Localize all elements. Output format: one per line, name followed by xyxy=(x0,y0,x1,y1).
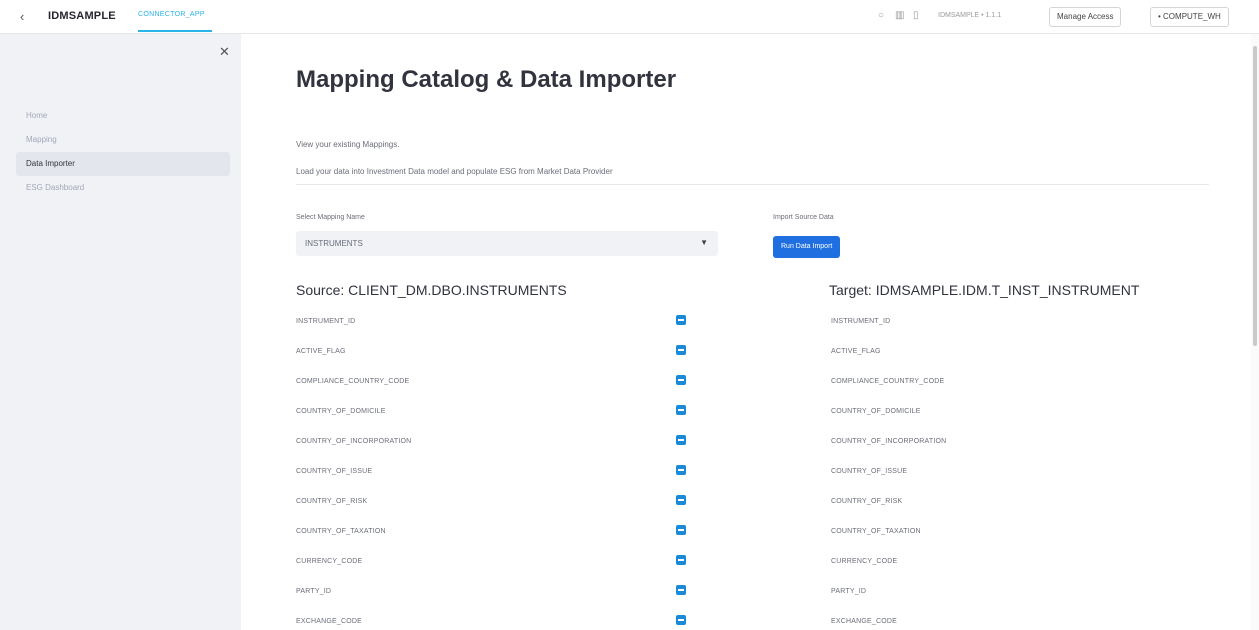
target-column: COUNTRY_OF_DOMICILE xyxy=(831,408,921,415)
divider xyxy=(296,184,1209,185)
source-column: COUNTRY_OF_TAXATION xyxy=(296,528,386,535)
top-bar: ‹ IDMSAMPLE CONNECTOR_APP ○ ▥ ▯ IDMSAMPL… xyxy=(0,0,1259,34)
target-column: COUNTRY_OF_ISSUE xyxy=(831,468,908,475)
table-row: PARTY_ID PARTY_ID xyxy=(241,580,1251,610)
sidebar: ✕ Home Mapping Data Importer ESG Dashboa… xyxy=(0,34,241,630)
table-row: COUNTRY_OF_ISSUE COUNTRY_OF_ISSUE xyxy=(241,460,1251,490)
source-column: COMPLIANCE_COUNTRY_CODE xyxy=(296,378,410,385)
refresh-icon[interactable]: ○ xyxy=(878,10,884,21)
target-column: PARTY_ID xyxy=(831,588,867,595)
source-column: COUNTRY_OF_RISK xyxy=(296,498,368,505)
mapping-checkbox[interactable] xyxy=(676,465,686,475)
stats-icon[interactable]: ▥ xyxy=(895,10,904,21)
table-row: CURRENCY_CODE CURRENCY_CODE xyxy=(241,550,1251,580)
target-column: COUNTRY_OF_TAXATION xyxy=(831,528,921,535)
table-row: INSTRUMENT_ID INSTRUMENT_ID xyxy=(241,310,1251,340)
mapping-checkbox[interactable] xyxy=(676,345,686,355)
target-column: COMPLIANCE_COUNTRY_CODE xyxy=(831,378,945,385)
close-icon[interactable]: ✕ xyxy=(219,44,230,60)
mapping-checkbox[interactable] xyxy=(676,555,686,565)
mapping-select[interactable]: INSTRUMENTS ▼ xyxy=(296,231,718,256)
tab-connector-app[interactable]: CONNECTOR_APP xyxy=(138,11,205,18)
mapping-checkbox[interactable] xyxy=(676,585,686,595)
source-column: ACTIVE_FLAG xyxy=(296,348,346,355)
settings-icon[interactable]: ▯ xyxy=(913,10,919,21)
main-content: Mapping Catalog & Data Importer View you… xyxy=(241,34,1251,630)
table-row: COMPLIANCE_COUNTRY_CODE COMPLIANCE_COUNTR… xyxy=(241,370,1251,400)
mapping-checkbox[interactable] xyxy=(676,525,686,535)
description-mappings: View your existing Mappings. xyxy=(296,140,400,149)
run-data-import-button[interactable]: Run Data Import xyxy=(773,236,841,258)
mapping-checkbox[interactable] xyxy=(676,375,686,385)
mapping-checkbox[interactable] xyxy=(676,405,686,415)
sidebar-item-home[interactable]: Home xyxy=(16,104,230,128)
target-column: CURRENCY_CODE xyxy=(831,558,898,565)
table-row: EXCHANGE_CODE EXCHANGE_CODE xyxy=(241,610,1251,630)
sidebar-item-esg-dashboard[interactable]: ESG Dashboard xyxy=(16,176,230,200)
source-column: CURRENCY_CODE xyxy=(296,558,363,565)
source-column: COUNTRY_OF_DOMICILE xyxy=(296,408,386,415)
import-source-label: Import Source Data xyxy=(773,214,834,221)
target-column: ACTIVE_FLAG xyxy=(831,348,881,355)
app-name: IDMSAMPLE xyxy=(48,10,116,22)
source-heading: Source: CLIENT_DM.DBO.INSTRUMENTS xyxy=(296,282,567,298)
sidebar-item-data-importer[interactable]: Data Importer xyxy=(16,152,230,176)
target-column: INSTRUMENT_ID xyxy=(831,318,891,325)
description-load: Load your data into Investment Data mode… xyxy=(296,167,613,176)
mapping-checkbox[interactable] xyxy=(676,435,686,445)
target-heading: Target: IDMSAMPLE.IDM.T_INST_INSTRUMENT xyxy=(829,282,1140,298)
app-context[interactable]: IDMSAMPLE • 1.1.1 xyxy=(938,12,1001,19)
mapping-checkbox[interactable] xyxy=(676,615,686,625)
sidebar-item-mapping[interactable]: Mapping xyxy=(16,128,230,152)
table-row: COUNTRY_OF_RISK COUNTRY_OF_RISK xyxy=(241,490,1251,520)
select-mapping-label: Select Mapping Name xyxy=(296,214,365,221)
source-column: COUNTRY_OF_ISSUE xyxy=(296,468,373,475)
warehouse-button[interactable]: • COMPUTE_WH xyxy=(1150,7,1229,27)
manage-access-button[interactable]: Manage Access xyxy=(1049,7,1122,27)
source-column: EXCHANGE_CODE xyxy=(296,618,363,625)
target-column: COUNTRY_OF_INCORPORATION xyxy=(831,438,947,445)
back-arrow-icon[interactable]: ‹ xyxy=(20,9,24,24)
mapping-checkbox[interactable] xyxy=(676,315,686,325)
page-title: Mapping Catalog & Data Importer xyxy=(296,66,677,93)
target-column: COUNTRY_OF_RISK xyxy=(831,498,903,505)
mapping-select-value: INSTRUMENTS xyxy=(305,239,363,248)
table-row: ACTIVE_FLAG ACTIVE_FLAG xyxy=(241,340,1251,370)
table-row: COUNTRY_OF_DOMICILE COUNTRY_OF_DOMICILE xyxy=(241,400,1251,430)
sidebar-nav: Home Mapping Data Importer ESG Dashboard xyxy=(16,104,230,200)
target-column: EXCHANGE_CODE xyxy=(831,618,898,625)
mapping-checkbox[interactable] xyxy=(676,495,686,505)
table-row: COUNTRY_OF_TAXATION COUNTRY_OF_TAXATION xyxy=(241,520,1251,550)
source-column: PARTY_ID xyxy=(296,588,332,595)
scrollbar[interactable] xyxy=(1251,34,1259,630)
caret-down-icon: ▼ xyxy=(700,238,708,247)
source-column: COUNTRY_OF_INCORPORATION xyxy=(296,438,412,445)
scrollbar-thumb[interactable] xyxy=(1253,46,1257,346)
table-row: COUNTRY_OF_INCORPORATION COUNTRY_OF_INCOR… xyxy=(241,430,1251,460)
tab-active-indicator xyxy=(138,30,212,32)
source-column: INSTRUMENT_ID xyxy=(296,318,356,325)
